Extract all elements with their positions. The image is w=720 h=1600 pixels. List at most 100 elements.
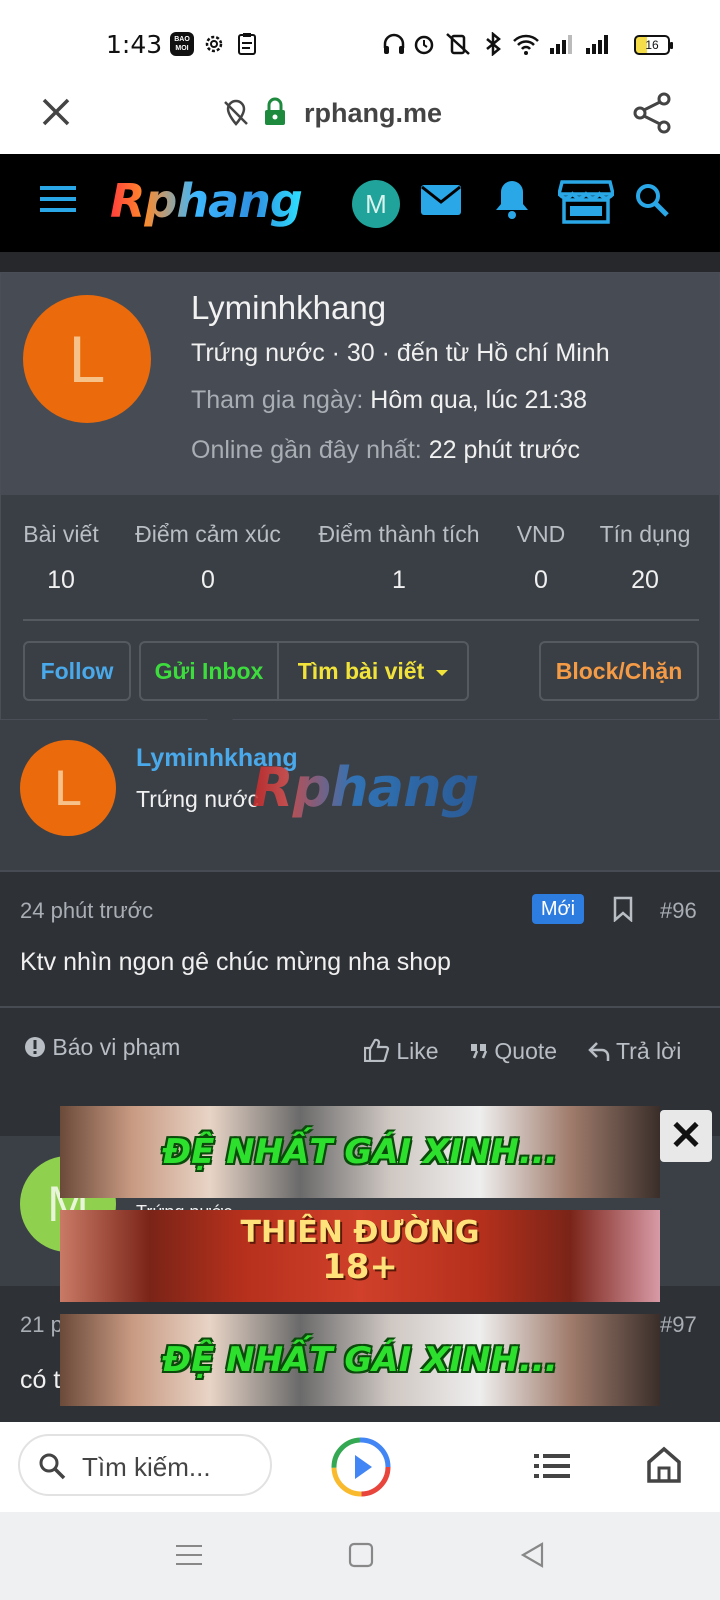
report-label: Báo vi phạm (52, 1034, 181, 1060)
find-posts-button[interactable]: Tìm bài viết (279, 643, 467, 699)
stat-value: 20 (631, 566, 659, 594)
ad-banner-1-text: ĐỆ NHẤT GÁI XINH... (162, 1132, 558, 1172)
like-button[interactable]: Like (363, 1038, 439, 1065)
separator-band (0, 252, 720, 272)
wifi-icon (513, 34, 539, 55)
signal-icon-2 (586, 35, 608, 54)
profile-name[interactable]: Lyminhkhang (191, 289, 386, 327)
author-avatar[interactable]: L (20, 740, 116, 836)
last-online: Online gần đây nhất: 22 phút trước (191, 436, 580, 465)
thumbs-up-icon (363, 1038, 390, 1063)
stat-posts[interactable]: Bài viết 10 (23, 521, 99, 595)
next-post-time[interactable]: 21 p (20, 1312, 63, 1338)
ad-close-button[interactable]: ✕ (660, 1110, 712, 1162)
search-placeholder: Tìm kiếm... (82, 1452, 211, 1482)
lock-icon (265, 97, 285, 125)
stat-label: VND (516, 521, 566, 547)
home-icon[interactable] (646, 1446, 682, 1484)
recents-icon[interactable] (176, 1542, 202, 1568)
url-text[interactable]: rphang.me (304, 98, 442, 129)
find-posts-label: Tìm bài viết (297, 658, 425, 684)
search-icon[interactable] (634, 182, 670, 218)
post-author: L Lyminhkhang Trứng nước Rphang (0, 720, 720, 870)
post-number[interactable]: #96 (660, 898, 697, 924)
baomoi-app-icon: BAO MOI (170, 32, 194, 56)
report-button[interactable]: Báo vi phạm (24, 1034, 180, 1061)
like-label: Like (396, 1038, 439, 1064)
site-header: Rphang M (0, 154, 720, 252)
next-post-text: có t (20, 1366, 61, 1394)
stat-value: 1 (392, 566, 406, 594)
new-badge: Mới (532, 894, 584, 924)
ad-banner-3-text: ĐỆ NHẤT GÁI XINH... (162, 1340, 558, 1380)
hamburger-menu-icon[interactable] (40, 184, 78, 216)
user-avatar[interactable]: M (352, 180, 400, 228)
play-icon[interactable] (330, 1436, 392, 1498)
stat-vnd[interactable]: VND 0 (515, 521, 567, 595)
stat-label: Điểm cảm xúc (135, 521, 281, 547)
block-button[interactable]: Block/Chặn (539, 641, 699, 701)
quote-button[interactable]: Quote (470, 1038, 557, 1065)
joined-date: Tham gia ngày: Hôm qua, lúc 21:38 (191, 386, 587, 415)
reply-icon (588, 1042, 610, 1061)
ad-banner-1[interactable]: ĐỆ NHẤT GÁI XINH... (60, 1106, 660, 1198)
stat-achievements[interactable]: Điểm thành tích 1 (315, 521, 483, 595)
ad-banner-3[interactable]: ĐỆ NHẤT GÁI XINH... (60, 1314, 660, 1406)
profile-avatar[interactable]: L (23, 295, 151, 423)
mail-icon[interactable] (420, 184, 462, 216)
home-nav-icon[interactable] (348, 1542, 374, 1568)
search-icon (39, 1453, 66, 1480)
rphang-watermark: Rphang (252, 756, 479, 819)
caret-down-icon (436, 669, 449, 676)
search-input[interactable]: Tìm kiếm... (18, 1434, 272, 1496)
stat-credit[interactable]: Tín dụng 20 (595, 521, 695, 595)
stat-label: Điểm thành tích (318, 521, 480, 547)
post-body: 24 phút trước Mới #96 Ktv nhìn ngon gê c… (0, 870, 720, 1102)
post-time[interactable]: 24 phút trước (20, 898, 153, 924)
location-off-icon (224, 99, 248, 126)
inbox-button[interactable]: Gửi Inbox (141, 643, 279, 699)
joined-value: Hôm qua, lúc 21:38 (370, 386, 588, 414)
battery-indicator: 16 (634, 35, 673, 55)
back-nav-icon[interactable] (520, 1542, 546, 1568)
status-time: 1:43 (106, 30, 163, 59)
close-icon[interactable] (40, 96, 72, 128)
post-text: Ktv nhìn ngon gê chúc mừng nha shop (20, 948, 451, 976)
author-title: Trứng nước (136, 786, 259, 812)
stat-label: Tín dụng (599, 521, 691, 547)
store-icon[interactable] (558, 178, 614, 224)
signal-icon-1 (550, 35, 572, 54)
share-icon[interactable] (632, 92, 672, 134)
list-menu-icon[interactable] (534, 1452, 570, 1480)
stat-value: 0 (201, 566, 215, 594)
divider (0, 1006, 720, 1008)
ad-banner-2[interactable]: THIÊN ĐƯỜNG 18+ (60, 1210, 660, 1302)
site-logo[interactable]: Rphang (110, 174, 303, 228)
clipboard-icon (238, 33, 256, 55)
status-bar: 1:43 BAO MOI 16 (0, 0, 720, 80)
ad-banner-2-line2: 18+ (322, 1247, 398, 1287)
follow-button[interactable]: Follow (23, 641, 131, 701)
browser-bottom-bar: Tìm kiếm... (0, 1422, 720, 1512)
headphones-icon (383, 33, 405, 54)
stat-value: 10 (47, 566, 75, 594)
reply-label: Trả lời (615, 1038, 682, 1064)
divider (23, 619, 699, 621)
stat-reactions[interactable]: Điểm cảm xúc 0 (133, 521, 283, 595)
system-nav-bar (0, 1512, 720, 1600)
settings-gear-icon (205, 35, 223, 53)
reply-button[interactable]: Trả lời (588, 1038, 681, 1065)
bluetooth-icon (486, 32, 501, 56)
ad-banner-2-line1: THIÊN ĐƯỜNG (240, 1215, 480, 1250)
profile-card: L Lyminhkhang Trứng nước · 30 · đến từ H… (0, 272, 720, 720)
joined-label: Tham gia ngày: (191, 386, 364, 414)
bell-icon[interactable] (494, 178, 530, 220)
bookmark-icon[interactable] (612, 896, 634, 922)
quote-label: Quote (494, 1038, 558, 1064)
next-post-number[interactable]: #97 (660, 1312, 697, 1338)
warning-icon (25, 1037, 45, 1057)
vibrate-off-icon (446, 33, 470, 55)
profile-header: L Lyminhkhang Trứng nước · 30 · đến từ H… (1, 273, 719, 495)
online-value: 22 phút trước (428, 436, 580, 464)
stat-label: Bài viết (23, 521, 99, 547)
